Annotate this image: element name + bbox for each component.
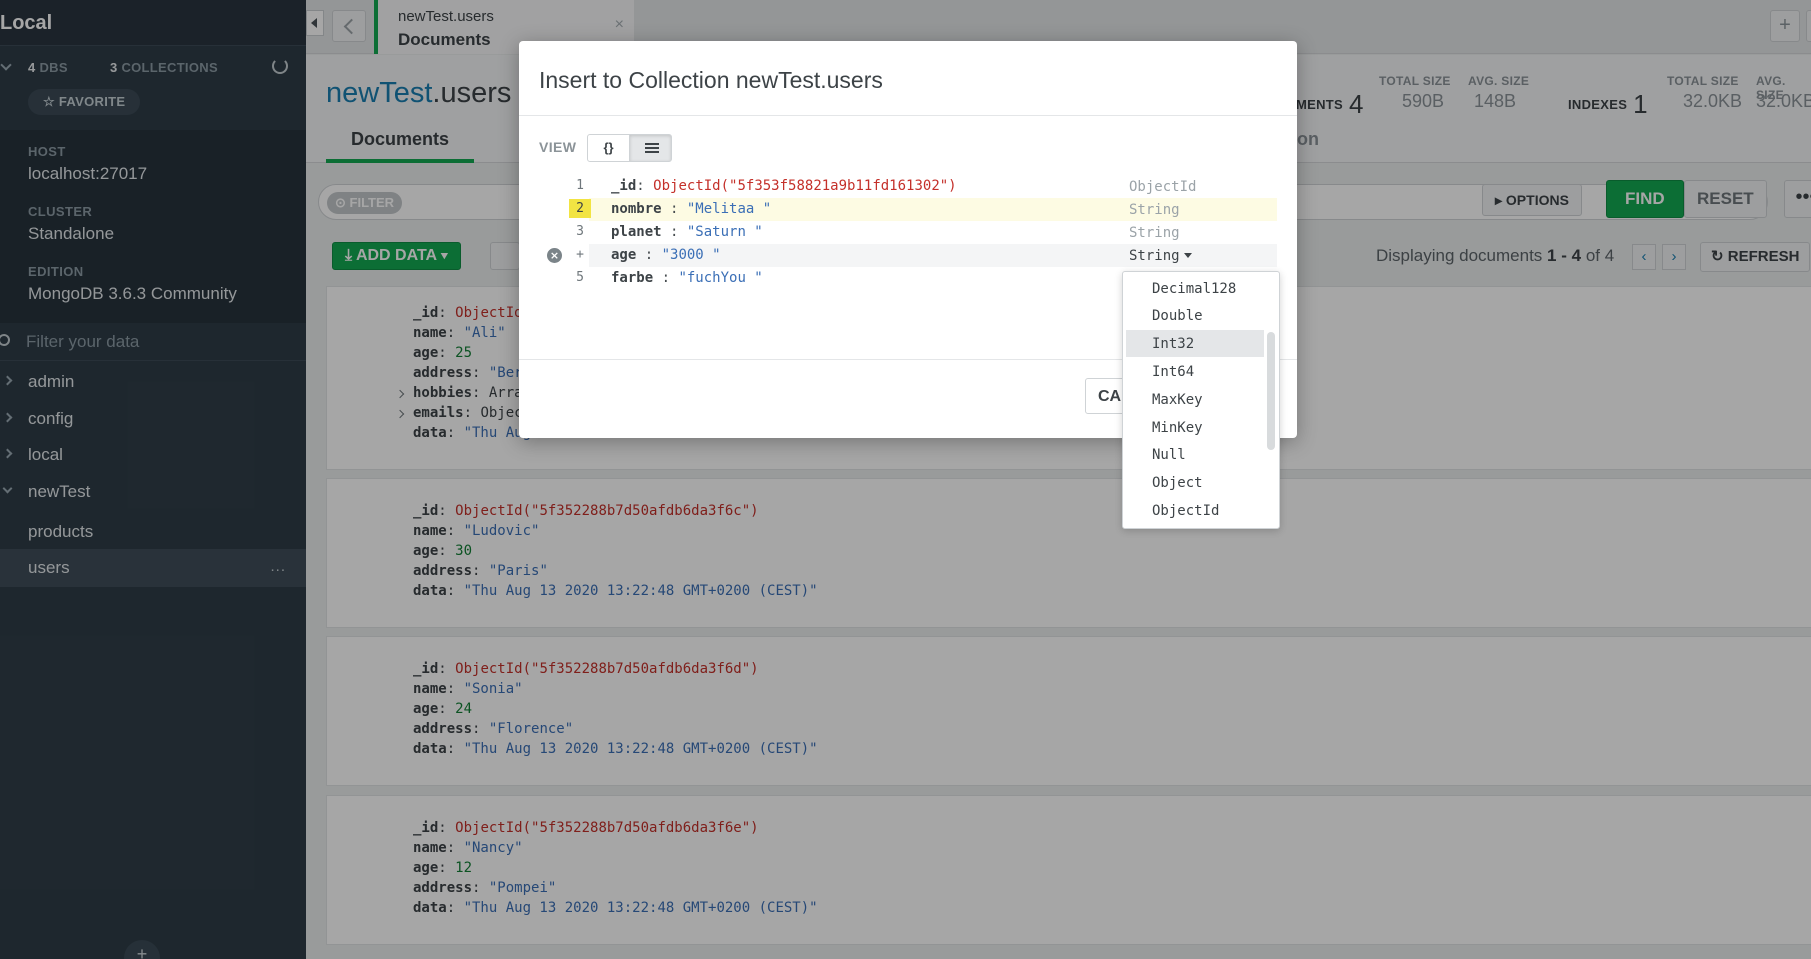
type-label[interactable]: String: [1129, 202, 1180, 218]
type-option-int32[interactable]: Int32: [1126, 330, 1264, 357]
type-option-objectid[interactable]: ObjectId: [1126, 497, 1264, 524]
type-option-double[interactable]: Double: [1126, 302, 1264, 329]
field[interactable]: _id: ObjectId("5f353f58821a9b11fd161302"…: [611, 178, 957, 194]
type-option-minkey[interactable]: MinKey: [1126, 414, 1264, 441]
editor-row[interactable]: × + age : "3000 " String: [547, 244, 1277, 267]
add-field-icon[interactable]: +: [569, 247, 591, 262]
line-number: 3: [576, 224, 584, 239]
editor-row[interactable]: 2 nombre : "Melitaa " String: [569, 198, 1277, 221]
line-number: 2: [569, 199, 591, 218]
field[interactable]: planet : "Saturn ": [611, 224, 763, 240]
type-option-object[interactable]: Object: [1126, 469, 1264, 496]
list-view-button[interactable]: [629, 134, 672, 162]
type-option-decimal128[interactable]: Decimal128: [1126, 275, 1264, 302]
delete-field-icon[interactable]: ×: [547, 248, 562, 263]
modal-title: Insert to Collection newTest.users: [539, 67, 883, 93]
line-number: 1: [576, 178, 584, 193]
field[interactable]: farbe : "fuchYou ": [611, 270, 763, 286]
type-option-null[interactable]: Null: [1126, 441, 1264, 468]
editor-row[interactable]: 1 _id: ObjectId("5f353f58821a9b11fd16130…: [576, 175, 1277, 198]
type-label: ObjectId: [1129, 179, 1197, 195]
editor-row[interactable]: 3 planet : "Saturn " String: [576, 221, 1277, 244]
line-number: 5: [576, 270, 584, 285]
view-label: VIEW: [539, 139, 577, 155]
dropdown-scrollbar[interactable]: [1267, 332, 1275, 450]
divider: [519, 115, 1297, 116]
type-option-maxkey[interactable]: MaxKey: [1126, 386, 1264, 413]
type-dropdown-menu: Decimal128 Double Int32 Int64 MaxKey Min…: [1122, 271, 1280, 529]
type-dropdown[interactable]: String: [1129, 248, 1192, 264]
type-label[interactable]: String: [1129, 225, 1180, 241]
json-view-button[interactable]: {}: [587, 134, 630, 162]
field[interactable]: nombre : "Melitaa ": [611, 201, 771, 217]
type-option-int64[interactable]: Int64: [1126, 358, 1264, 385]
field[interactable]: age : "3000 ": [611, 247, 721, 263]
